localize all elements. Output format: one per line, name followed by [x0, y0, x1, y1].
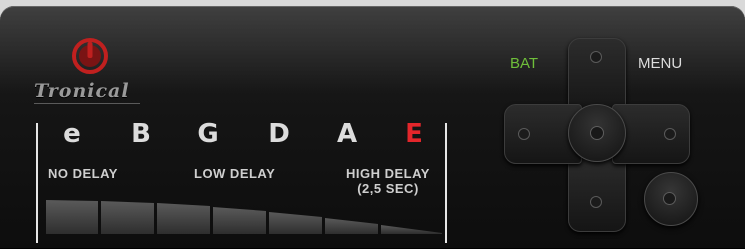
meter-segment — [381, 225, 442, 234]
brand-underline — [34, 103, 140, 104]
dpad-down-dot — [590, 196, 602, 208]
power-icon — [72, 38, 108, 74]
high-delay-label: HIGH DELAY (2,5 SEC) — [338, 166, 438, 196]
dpad-right-dot — [664, 128, 676, 140]
tuner-device: Tronical e B G D A E NO DELAY LOW DELAY … — [0, 6, 745, 249]
dpad-down-button[interactable] — [568, 154, 626, 232]
no-delay-label: NO DELAY — [48, 166, 118, 181]
low-delay-label: LOW DELAY — [194, 166, 276, 181]
string-e[interactable]: e — [55, 119, 89, 149]
string-A[interactable]: A — [330, 119, 364, 149]
dpad-center-dot — [590, 126, 604, 140]
string-E-selected[interactable]: E — [397, 119, 431, 149]
display-right-bracket — [445, 123, 447, 243]
circle-button-icon — [663, 192, 676, 205]
dpad-up-dot — [590, 51, 602, 63]
meter-segment — [325, 218, 378, 234]
meter-segment — [46, 200, 98, 234]
high-delay-line1: HIGH DELAY — [346, 166, 430, 181]
meter-segment — [213, 207, 266, 234]
dpad-left-dot — [518, 128, 530, 140]
bat-indicator: BAT — [510, 55, 539, 72]
dpad-up-button[interactable] — [568, 38, 626, 114]
meter-segment — [269, 212, 322, 234]
string-G[interactable]: G — [191, 119, 225, 149]
brand-name: Tronical — [34, 80, 130, 102]
meter-segment — [157, 203, 210, 234]
string-D[interactable]: D — [262, 119, 296, 149]
string-B[interactable]: B — [124, 119, 158, 149]
meter-segment — [101, 201, 154, 234]
delay-meter — [46, 200, 442, 234]
display-left-bracket — [36, 123, 38, 243]
menu-label: MENU — [638, 55, 683, 72]
